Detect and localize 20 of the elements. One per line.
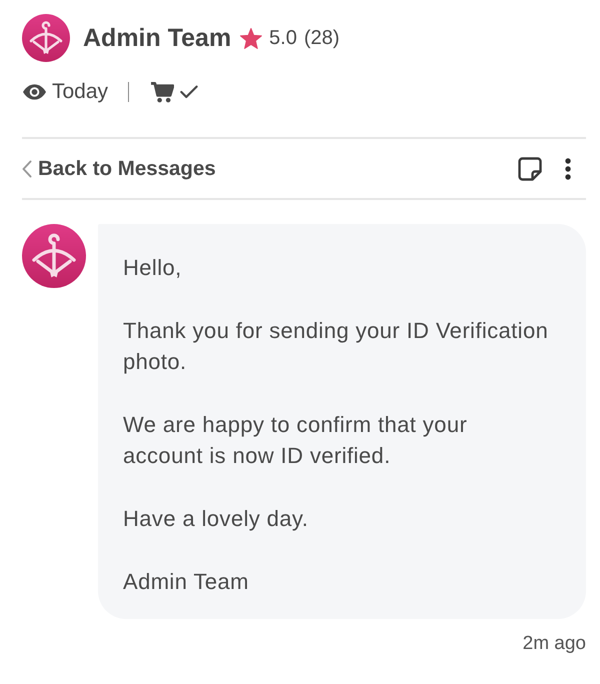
hanger-avatar-icon (22, 14, 70, 62)
message-text: We are happy to confirm that your account is now ID verified. (123, 411, 468, 470)
review-count: (28) (304, 26, 340, 50)
back-to-messages-link[interactable]: Back to Messages (22, 156, 216, 180)
eye-icon (23, 84, 46, 100)
rating-value: 5.0 (269, 26, 297, 50)
star-icon (240, 28, 262, 48)
seller-name: Admin Team (83, 24, 232, 52)
message-text: Hello, (123, 254, 183, 282)
hanger-avatar-icon (22, 224, 86, 288)
message-text: Admin Team (123, 568, 250, 596)
message-text: Have a lovely day. (123, 505, 310, 533)
message-text: Thank you for sending your ID Verification photo. (123, 317, 550, 376)
chevron-left-icon (22, 160, 32, 178)
last-active-text: Today (52, 80, 108, 104)
more-options-icon[interactable] (565, 158, 571, 180)
cart-icon (151, 82, 174, 102)
message-time: 2m ago (522, 633, 586, 655)
note-icon[interactable] (518, 156, 542, 180)
check-icon (180, 85, 198, 99)
